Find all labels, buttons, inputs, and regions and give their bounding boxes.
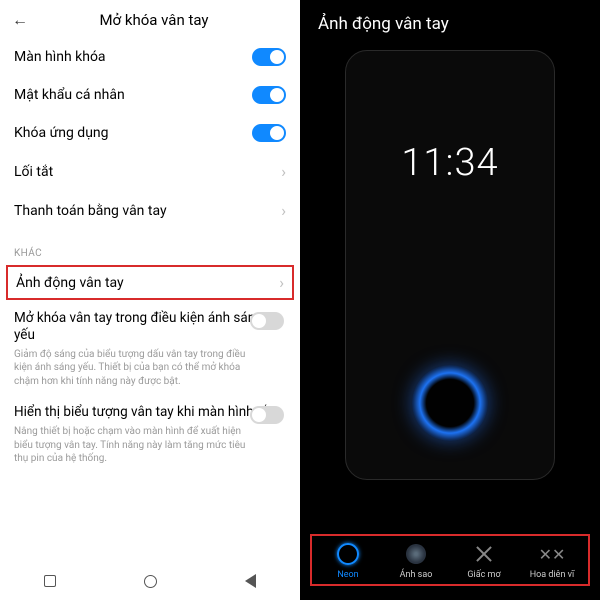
- toggle-on-icon[interactable]: [252, 48, 286, 66]
- cross-icon: [474, 544, 494, 564]
- section-label-other: KHÁC: [0, 230, 300, 265]
- toggle-on-icon[interactable]: [252, 124, 286, 142]
- settings-list: Màn hình khóa Mật khẩu cá nhân Khóa ứng …: [0, 38, 300, 230]
- row-lowlight-unlock[interactable]: Mở khóa vân tay trong điều kiện ánh sáng…: [0, 300, 300, 394]
- row-description: Giảm độ sáng của biểu tượng dấu vân tay …: [14, 348, 286, 389]
- home-icon[interactable]: [144, 575, 157, 588]
- row-show-fingerprint-icon[interactable]: Hiển thị biểu tượng vân tay khi màn hình…: [0, 394, 300, 471]
- row-label: Màn hình khóa: [14, 49, 106, 65]
- option-dream[interactable]: Giấc mơ: [452, 542, 516, 580]
- row-label: Ảnh động vân tay: [16, 275, 124, 291]
- neon-icon: [337, 543, 359, 565]
- row-personal-password[interactable]: Mật khẩu cá nhân: [14, 76, 286, 114]
- android-nav-bar: [0, 566, 300, 600]
- chevron-right-icon: ›: [281, 201, 286, 220]
- row-label: Khóa ứng dụng: [14, 125, 109, 141]
- page-title: Mở khóa vân tay: [20, 11, 288, 29]
- row-fingerprint-payment[interactable]: Thanh toán bằng vân tay ›: [14, 191, 286, 230]
- row-label: Lối tắt: [14, 164, 53, 180]
- toggle-off-icon[interactable]: [250, 406, 284, 424]
- back-nav-icon[interactable]: [245, 574, 256, 588]
- option-label: Neon: [337, 570, 358, 580]
- toggle-off-icon[interactable]: [250, 312, 284, 330]
- animation-options-bar: Neon Ánh sao Giấc mơ ✕✕ Hoa diên vĩ: [310, 534, 590, 586]
- settings-screen: ← Mở khóa vân tay Màn hình khóa Mật khẩu…: [0, 0, 300, 600]
- header: ← Mở khóa vân tay: [0, 0, 300, 38]
- phone-preview: 11:34: [345, 50, 555, 480]
- row-label: Mật khẩu cá nhân: [14, 87, 125, 103]
- clock-time: 11:34: [346, 141, 554, 185]
- option-iris[interactable]: ✕✕ Hoa diên vĩ: [520, 542, 584, 580]
- row-fingerprint-animation[interactable]: Ảnh động vân tay ›: [6, 265, 294, 300]
- chevron-right-icon: ›: [281, 162, 286, 181]
- option-label: Giấc mơ: [467, 570, 500, 580]
- option-neon[interactable]: Neon: [316, 542, 380, 580]
- row-title: Hiển thị biểu tượng vân tay khi màn hình…: [14, 404, 286, 421]
- chevron-right-icon: ›: [279, 273, 284, 292]
- fingerprint-animation-icon: [412, 365, 488, 441]
- recent-apps-icon[interactable]: [44, 575, 56, 587]
- option-starlight[interactable]: Ánh sao: [384, 542, 448, 580]
- toggle-on-icon[interactable]: [252, 86, 286, 104]
- row-label: Thanh toán bằng vân tay: [14, 203, 167, 219]
- option-label: Ánh sao: [400, 570, 433, 580]
- row-shortcut[interactable]: Lối tắt ›: [14, 152, 286, 191]
- row-lock-screen[interactable]: Màn hình khóa: [14, 38, 286, 76]
- starlight-icon: [406, 544, 426, 564]
- row-title: Mở khóa vân tay trong điều kiện ánh sáng…: [14, 310, 286, 344]
- row-description: Nâng thiết bị hoặc chạm vào màn hình để …: [14, 425, 286, 466]
- page-title: Ảnh động vân tay: [300, 0, 600, 44]
- row-app-lock[interactable]: Khóa ứng dụng: [14, 114, 286, 152]
- butterfly-icon: ✕✕: [539, 545, 566, 564]
- animation-screen: Ảnh động vân tay 11:34 Neon Ánh sao Giấc…: [300, 0, 600, 600]
- option-label: Hoa diên vĩ: [530, 570, 575, 580]
